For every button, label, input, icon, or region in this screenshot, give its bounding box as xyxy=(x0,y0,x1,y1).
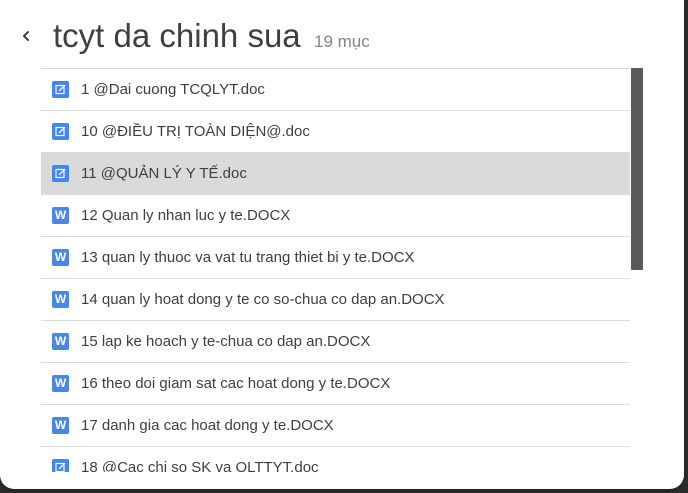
file-row[interactable]: W 17 danh gia cac hoat dong y te.DOCX xyxy=(41,404,630,446)
word-doc-icon: W xyxy=(52,291,69,308)
file-row[interactable]: W 15 lap ke hoach y te-chua co dap an.DOC… xyxy=(41,320,630,362)
google-docs-icon xyxy=(52,123,69,140)
google-docs-icon xyxy=(52,165,69,182)
back-button[interactable] xyxy=(14,24,38,48)
file-name: 13 quan ly thuoc va vat tu trang thiet b… xyxy=(81,249,415,266)
file-name: 14 quan ly hoat dong y te co so-chua co … xyxy=(81,291,445,308)
scrollbar-thumb[interactable] xyxy=(631,68,643,270)
word-doc-icon: W xyxy=(52,333,69,350)
word-letter-glyph: W xyxy=(54,292,67,306)
edit-doc-glyph xyxy=(55,126,66,137)
file-row[interactable]: 10 @ĐIỀU TRỊ TOÀN DIỆN@.doc xyxy=(41,110,630,152)
file-name: 15 lap ke hoach y te-chua co dap an.DOCX xyxy=(81,333,371,350)
folder-title: tcyt da chinh sua xyxy=(53,17,301,54)
file-picker-panel: tcyt da chinh sua 19 mục 1 @Dai cuong TC… xyxy=(0,0,684,489)
edit-doc-glyph xyxy=(55,462,66,472)
file-row[interactable]: W 16 theo doi giam sat cac hoat dong y te… xyxy=(41,362,630,404)
file-name: 1 @Dai cuong TCQLYT.doc xyxy=(81,81,265,98)
word-letter-glyph: W xyxy=(54,376,67,390)
word-doc-icon: W xyxy=(52,249,69,266)
word-doc-icon: W xyxy=(52,417,69,434)
word-letter-glyph: W xyxy=(54,334,67,348)
word-letter-glyph: W xyxy=(54,250,67,264)
word-letter-glyph: W xyxy=(54,208,67,222)
google-docs-icon xyxy=(52,459,69,472)
file-name: 11 @QUẢN LÝ Y TẾ.doc xyxy=(81,165,247,182)
edit-doc-glyph xyxy=(55,84,66,95)
file-name: 10 @ĐIỀU TRỊ TOÀN DIỆN@.doc xyxy=(81,123,310,140)
file-name: 12 Quan ly nhan luc y te.DOCX xyxy=(81,207,291,224)
word-doc-icon: W xyxy=(52,207,69,224)
file-row[interactable]: W 12 Quan ly nhan luc y te.DOCX xyxy=(41,194,630,236)
file-name: 16 theo doi giam sat cac hoat dong y te.… xyxy=(81,375,391,392)
file-list: 1 @Dai cuong TCQLYT.doc 10 @ĐIỀU TRỊ TOÀN… xyxy=(41,68,630,472)
chevron-left-icon xyxy=(23,31,29,41)
file-row[interactable]: W 14 quan ly hoat dong y te co so-chua co… xyxy=(41,278,630,320)
file-row[interactable]: 1 @Dai cuong TCQLYT.doc xyxy=(41,68,630,110)
word-letter-glyph: W xyxy=(54,418,67,432)
file-name: 18 @Cac chi so SK va QLTTYT.doc xyxy=(81,459,319,472)
file-row[interactable]: 18 @Cac chi so SK va QLTTYT.doc xyxy=(41,446,630,472)
google-docs-icon xyxy=(52,81,69,98)
file-row[interactable]: 11 @QUẢN LÝ Y TẾ.doc xyxy=(41,152,630,194)
file-name: 17 danh gia cac hoat dong y te.DOCX xyxy=(81,417,334,434)
word-doc-icon: W xyxy=(52,375,69,392)
file-row[interactable]: W 13 quan ly thuoc va vat tu trang thiet … xyxy=(41,236,630,278)
item-count: 19 mục xyxy=(314,32,370,51)
edit-doc-glyph xyxy=(55,168,66,179)
header: tcyt da chinh sua 19 mục xyxy=(0,0,684,66)
